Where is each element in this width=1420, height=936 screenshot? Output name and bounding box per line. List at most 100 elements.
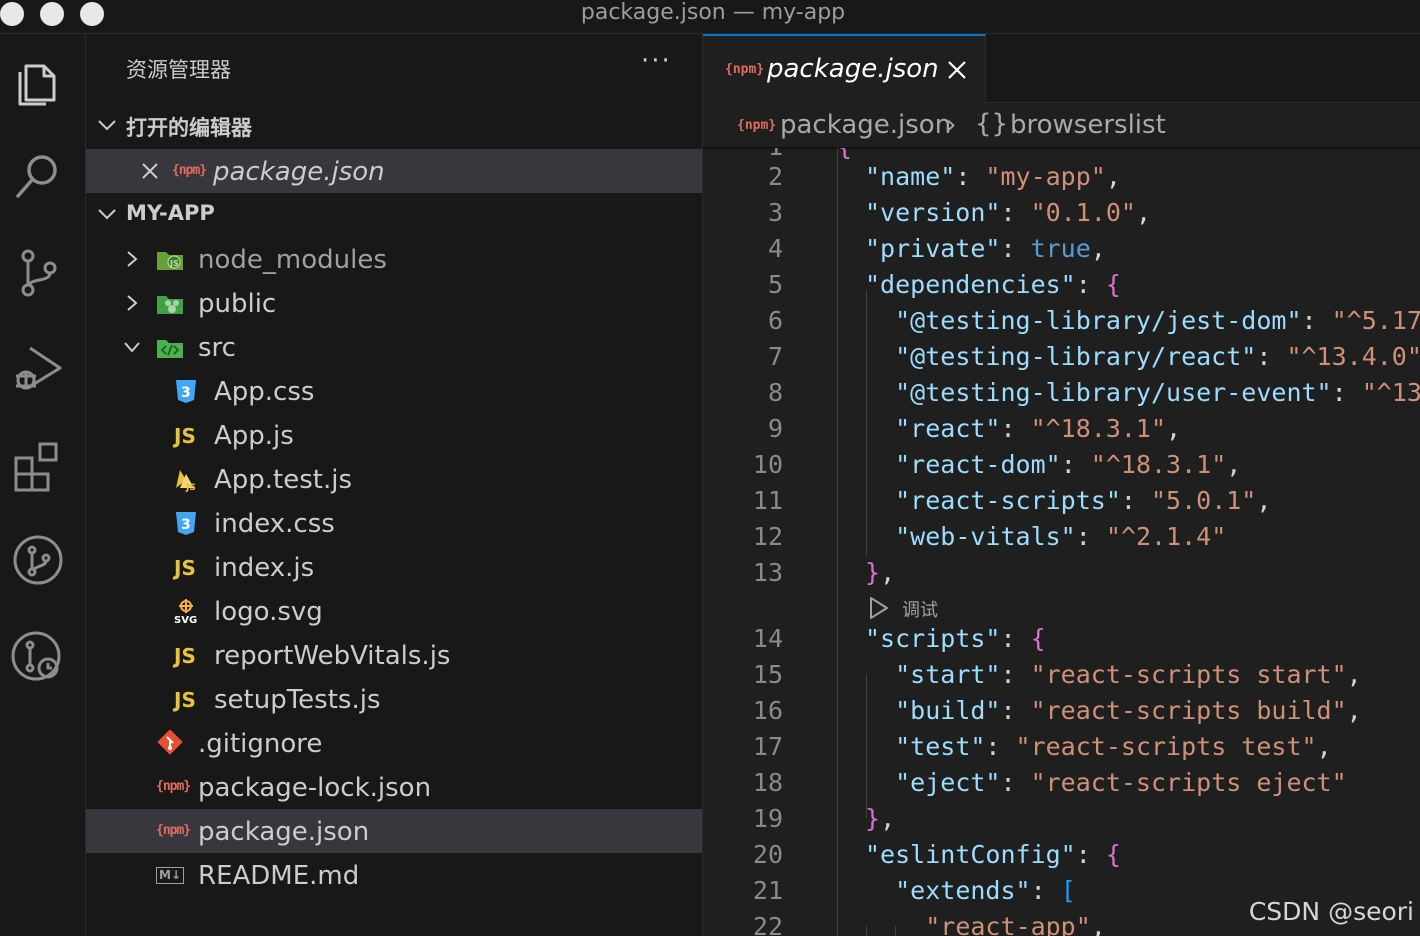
code-token: "start" — [895, 660, 1001, 689]
explorer-title: 资源管理器 — [126, 58, 231, 82]
run-debug-icon[interactable] — [10, 340, 66, 396]
line-number: 4 — [767, 234, 783, 263]
tree-item-label: App.js — [214, 421, 294, 451]
markdown-icon: M↓ — [156, 867, 184, 884]
line-number: 16 — [752, 696, 783, 725]
json-icon: {npm} — [172, 163, 207, 178]
line-number: 17 — [752, 732, 783, 761]
code-token: "eslintConfig" — [865, 840, 1076, 869]
code-token: "0.1.0" — [1030, 198, 1136, 227]
editor-area: {npm} package.json {npm} package.json › … — [703, 34, 1420, 936]
tree-item-app-test-js[interactable]: JS App.test.js — [86, 457, 702, 501]
tree-item-label: package.json — [198, 817, 370, 847]
tree-item-label: README.md — [198, 861, 360, 891]
tree-item-node-modules[interactable]: JS node_modules — [86, 237, 702, 281]
title-bar: package.json — my-app — [0, 0, 1420, 34]
line-number: 21 — [752, 876, 783, 905]
json-icon: {npm} — [156, 823, 191, 838]
tree-item-logo-svg[interactable]: SVG logo.svg — [86, 589, 702, 633]
open-editors-label: 打开的编辑器 — [126, 116, 252, 140]
code-token: : — [1000, 768, 1031, 797]
tree-item-package-json[interactable]: {npm} package.json — [86, 809, 702, 853]
line-number: 6 — [767, 306, 783, 335]
tab-label: package.json — [767, 54, 939, 84]
chevron-down-icon — [124, 342, 140, 353]
files-icon[interactable] — [10, 52, 66, 108]
js-icon: JS — [174, 556, 196, 580]
code-text: "@testing-library/react": "^13.4.0", — [865, 342, 1420, 371]
code-token: "@testing-library/react" — [895, 342, 1257, 371]
code-token: "react-dom" — [895, 450, 1061, 479]
code-token: , — [1090, 912, 1106, 936]
line-number: 8 — [767, 378, 783, 407]
close-icon[interactable] — [140, 161, 160, 181]
git-graph-icon[interactable] — [10, 532, 66, 588]
play-icon — [870, 597, 888, 619]
code-line: 8 "@testing-library/user-event": "^13.5.… — [703, 372, 1420, 408]
tree-item-app-css[interactable]: 3 App.css — [86, 369, 702, 413]
code-token: [ — [1060, 876, 1076, 905]
more-actions-button[interactable]: ··· — [641, 46, 672, 76]
code-token: , — [1346, 660, 1362, 689]
code-token: : — [1000, 660, 1031, 689]
code-token: "@testing-library/jest-dom" — [895, 306, 1302, 335]
line-number: 11 — [752, 486, 783, 515]
open-editor-label: package.json — [213, 157, 385, 187]
code-token: "test" — [895, 732, 986, 761]
extensions-icon[interactable] — [10, 436, 66, 492]
code-line: 6 "@testing-library/jest-dom": "^5.17.0"… — [703, 300, 1420, 336]
activity-bar — [0, 34, 86, 936]
tree-item-index-js[interactable]: JS index.js — [86, 545, 702, 589]
code-token: } — [865, 558, 881, 587]
js-icon: JS — [174, 424, 196, 448]
tree-item-src[interactable]: src — [86, 325, 702, 369]
chevron-right-icon — [127, 295, 138, 311]
tree-item-app-js[interactable]: JS App.js — [86, 413, 702, 457]
tree-item-index-css[interactable]: 3 index.css — [86, 501, 702, 545]
tree-item-label: index.js — [214, 553, 315, 583]
search-icon[interactable] — [10, 148, 66, 204]
code-token: "@testing-library/user-event" — [895, 378, 1332, 407]
tree-item-readme[interactable]: M↓ README.md — [86, 853, 702, 897]
watermark: CSDN @seori — [1248, 897, 1414, 926]
open-editor-item[interactable]: {npm} package.json — [86, 149, 702, 193]
breadcrumb-separator: › — [946, 110, 957, 140]
tree-item-report-web-vitals[interactable]: JS reportWebVitals.js — [86, 633, 702, 677]
code-token: "^18.3.1" — [1030, 414, 1167, 443]
line-number: 5 — [767, 270, 783, 299]
code-editor[interactable]: 1{ 2"name": "my-app",3"version": "0.1.0"… — [703, 148, 1420, 936]
code-text: "@testing-library/user-event": "^13.5.0"… — [865, 378, 1420, 407]
project-section[interactable]: MY-APP — [86, 195, 702, 235]
code-token: "react-scripts eject" — [1030, 768, 1347, 797]
code-line: 5 "dependencies": { — [703, 264, 1420, 300]
chevron-down-icon — [98, 120, 116, 131]
tree-item-setup-tests[interactable]: JS setupTests.js — [86, 677, 702, 721]
tab-package-json[interactable]: {npm} package.json — [703, 34, 986, 105]
source-control-icon[interactable] — [10, 244, 66, 300]
code-line: 13}, — [703, 552, 1420, 588]
tree-item-gitignore[interactable]: .gitignore — [86, 721, 702, 765]
code-token: { — [1030, 624, 1046, 653]
breadcrumb-file[interactable]: package.json — [780, 110, 951, 140]
code-token: "react-scripts build" — [1030, 696, 1347, 725]
code-token: "private" — [865, 234, 1001, 263]
code-token: "dependencies" — [865, 270, 1076, 299]
breadcrumb-symbol[interactable]: browserslist — [1010, 110, 1166, 140]
tree-item-package-lock[interactable]: {npm} package-lock.json — [86, 765, 702, 809]
tree-item-label: node_modules — [198, 245, 387, 275]
code-text: "version": "0.1.0", — [865, 198, 1151, 227]
git-history-icon[interactable] — [10, 628, 66, 684]
svg-text:3: 3 — [181, 385, 191, 401]
code-token: , — [1346, 696, 1362, 725]
open-editors-section[interactable]: 打开的编辑器 — [86, 106, 702, 146]
close-icon[interactable] — [945, 58, 969, 82]
tree-item-public[interactable]: public — [86, 281, 702, 325]
line-number: 10 — [752, 450, 783, 479]
code-text: "scripts": { — [865, 624, 1046, 653]
code-text: "test": "react-scripts test", — [865, 732, 1332, 761]
code-line: 4 "private": true, — [703, 228, 1420, 264]
